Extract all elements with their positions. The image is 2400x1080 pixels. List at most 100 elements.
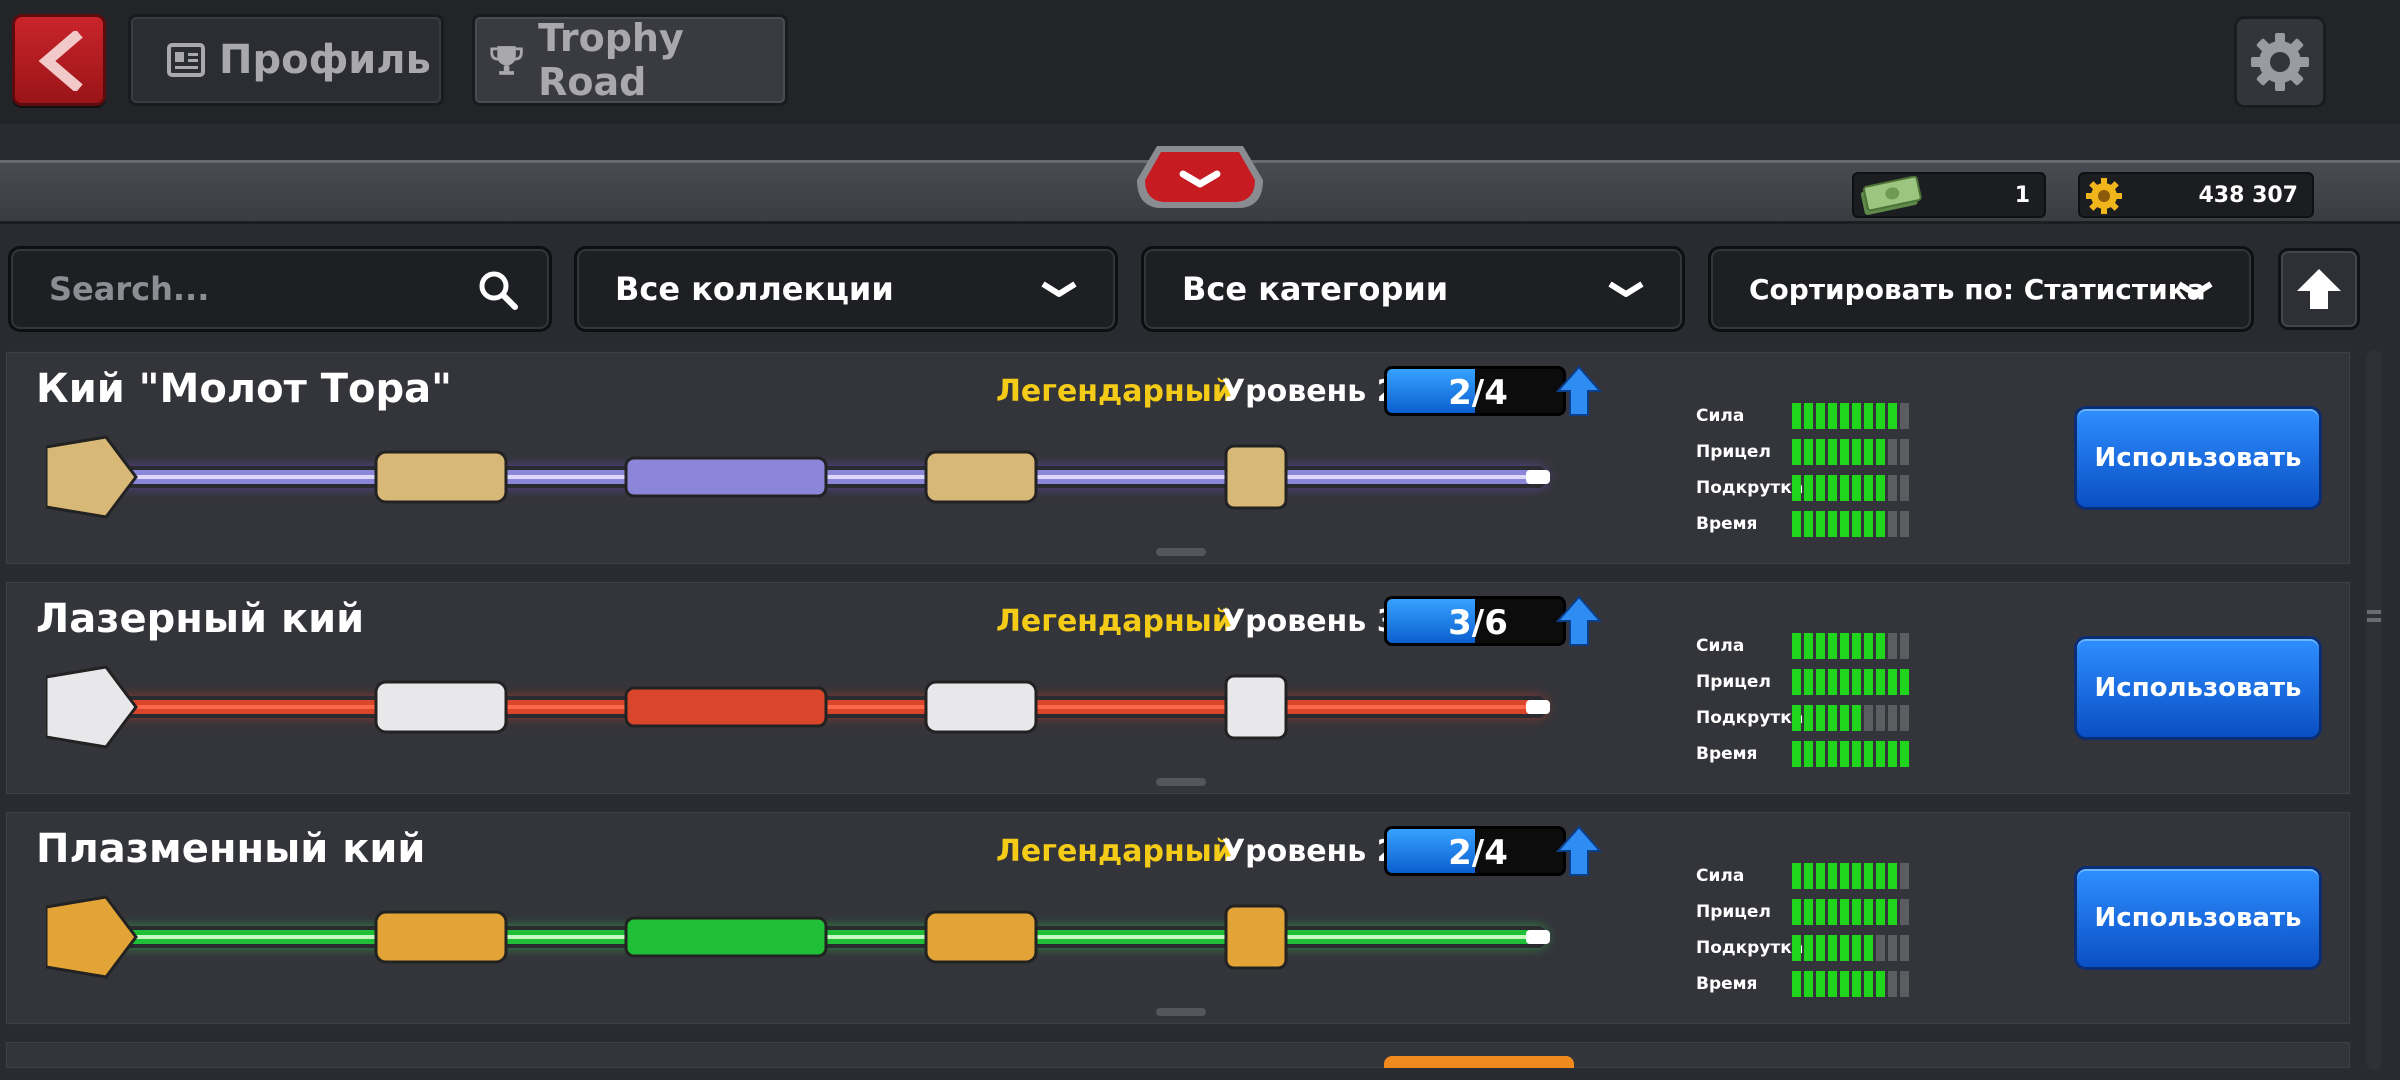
stat-bar-segment [1864, 511, 1873, 537]
level-progress-bar: 2/4 [1384, 366, 1566, 416]
categories-dropdown[interactable]: Все категории [1141, 246, 1685, 332]
stat-bar-segment [1792, 439, 1801, 465]
stat-bar-segment [1840, 971, 1849, 997]
search-placeholder: Search... [49, 270, 210, 308]
stat-bar-segment [1888, 899, 1897, 925]
settings-button[interactable] [2234, 16, 2326, 108]
use-cue-button[interactable]: Использовать [2074, 866, 2322, 970]
stat-bar-segment [1792, 511, 1801, 537]
stat-bar-segment [1864, 439, 1873, 465]
scroll-thumb[interactable] [2366, 600, 2382, 634]
collections-dropdown[interactable]: Все коллекции [574, 246, 1118, 332]
stat-bar-segment [1852, 935, 1861, 961]
categories-value: Все категории [1182, 270, 1449, 308]
expand-handle[interactable] [1156, 1008, 1206, 1016]
stat-bar-segment [1816, 741, 1825, 767]
cue-image [46, 665, 1550, 749]
upgrade-arrow-icon[interactable] [1556, 594, 1602, 648]
stat-bar-segment [1876, 669, 1885, 695]
stat-bar-segment [1828, 511, 1837, 537]
stat-row: Прицел [1696, 434, 1909, 470]
back-arrow-icon [38, 31, 83, 91]
stat-bar-segment [1792, 403, 1801, 429]
progress-bar [1384, 1056, 1574, 1068]
collapse-header-button[interactable] [1135, 142, 1265, 212]
upgrade-arrow-icon[interactable] [1556, 824, 1602, 878]
stat-bar-segment [1888, 633, 1897, 659]
stat-bar-segment [1852, 475, 1861, 501]
stat-bar-segment [1792, 633, 1801, 659]
stat-bar-segment [1876, 403, 1885, 429]
stat-bar-segment [1852, 439, 1861, 465]
stat-bar-segment [1804, 439, 1813, 465]
stat-bars [1792, 899, 1909, 925]
stat-label: Прицел [1696, 902, 1771, 922]
cue-name: Плазменный кий [36, 826, 426, 872]
stat-bars [1792, 935, 1909, 961]
cue-card[interactable]: Лазерный кий Легендарный Уровень 3 3/6 С… [4, 580, 2352, 796]
stat-bar-segment [1900, 439, 1909, 465]
stat-label: Сила [1696, 636, 1745, 656]
stat-bar-segment [1792, 971, 1801, 997]
stat-bars [1792, 863, 1909, 889]
stat-bar-segment [1900, 935, 1909, 961]
expand-handle[interactable] [1156, 548, 1206, 556]
stat-bar-segment [1804, 741, 1813, 767]
stat-bar-segment [1828, 971, 1837, 997]
stat-label: Подкрутка [1696, 938, 1804, 958]
stat-bar-segment [1888, 669, 1897, 695]
stat-bar-segment [1900, 403, 1909, 429]
stat-bars [1792, 403, 1909, 429]
sort-direction-button[interactable] [2278, 248, 2360, 330]
use-cue-button[interactable]: Использовать [2074, 636, 2322, 740]
stat-bar-segment [1828, 705, 1837, 731]
stat-bars [1792, 439, 1909, 465]
cue-level: Уровень 3 [1222, 604, 1398, 639]
back-button[interactable] [12, 14, 106, 106]
stat-bar-segment [1876, 971, 1885, 997]
stat-bar-segment [1888, 935, 1897, 961]
stat-label: Сила [1696, 406, 1745, 426]
stat-bar-segment [1816, 475, 1825, 501]
stat-bar-segment [1804, 669, 1813, 695]
stat-bar-segment [1840, 669, 1849, 695]
level-progress-bar: 2/4 [1384, 826, 1566, 876]
cue-rarity: Легендарный [996, 374, 1233, 409]
coin-icon [2086, 178, 2122, 214]
stat-bar-segment [1792, 705, 1801, 731]
cue-card[interactable]: Кий "Молот Тора" Легендарный Уровень 2 2… [4, 350, 2352, 566]
profile-tab[interactable]: Профиль [128, 14, 444, 106]
chevron-down-icon [1041, 281, 1077, 297]
stat-bar-segment [1828, 741, 1837, 767]
cue-card[interactable]: Плазменный кий Легендарный Уровень 2 2/4 [4, 810, 2352, 1026]
stat-bars [1792, 669, 1909, 695]
use-cue-button[interactable]: Использовать [2074, 406, 2322, 510]
trophy-road-tab[interactable]: Trophy Road [472, 14, 788, 106]
stat-row: Подкрутка [1696, 470, 1909, 506]
sort-dropdown[interactable]: Сортировать по: Статистика [1708, 246, 2254, 332]
stat-bar-segment [1828, 403, 1837, 429]
cue-stats: Сила Прицел Подкрутка Время [1696, 628, 1909, 772]
trophy-icon [490, 46, 523, 75]
cue-level: Уровень 2 [1222, 834, 1398, 869]
stat-bar-segment [1852, 971, 1861, 997]
expand-handle[interactable] [1156, 778, 1206, 786]
upgrade-arrow-icon[interactable] [1556, 364, 1602, 418]
stat-bar-segment [1900, 863, 1909, 889]
cue-rarity: Легендарный [996, 834, 1233, 869]
stat-bar-segment [1792, 863, 1801, 889]
cue-image [46, 895, 1550, 979]
stat-bar-segment [1864, 935, 1873, 961]
gear-icon [2251, 33, 2309, 91]
top-bar: Профиль Trophy Road [0, 0, 2400, 124]
stat-bar-segment [1888, 403, 1897, 429]
search-input[interactable]: Search... [8, 246, 552, 332]
stat-bar-segment [1852, 511, 1861, 537]
chevron-down-icon [2177, 281, 2213, 297]
stat-bar-segment [1900, 475, 1909, 501]
scroll-track[interactable] [2366, 350, 2382, 1070]
stat-bar-segment [1864, 899, 1873, 925]
cue-rarity: Легендарный [996, 604, 1233, 639]
stat-bar-segment [1828, 935, 1837, 961]
cue-stats: Сила Прицел Подкрутка Время [1696, 858, 1909, 1002]
